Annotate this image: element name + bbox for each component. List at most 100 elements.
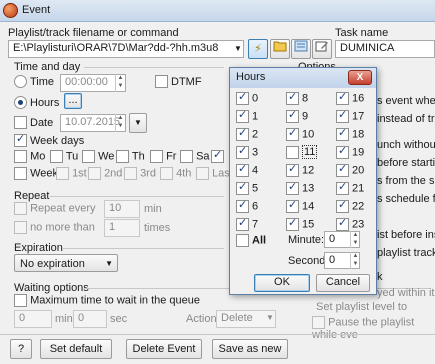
- repeat-every-input[interactable]: 10: [104, 200, 140, 218]
- hour-18[interactable]: 18: [336, 126, 364, 141]
- chevron-down-icon: ▼: [105, 259, 113, 268]
- week-2nd-label: 2nd: [104, 167, 123, 180]
- week-3rd[interactable]: 3rd: [124, 167, 156, 180]
- hour-11-box: [286, 146, 299, 159]
- weekdays-checkbox[interactable]: [14, 132, 27, 147]
- day-mo[interactable]: Mo: [14, 150, 45, 163]
- day-su[interactable]: [211, 148, 224, 163]
- hour-23[interactable]: 23: [336, 216, 364, 231]
- hours-browse-button[interactable]: ...: [64, 93, 82, 109]
- hours-radio[interactable]: [14, 96, 27, 109]
- hour-1[interactable]: 1: [236, 108, 258, 123]
- hour-20[interactable]: 20: [336, 162, 364, 177]
- week-2nd[interactable]: 2nd: [88, 167, 122, 180]
- hour-2[interactable]: 2: [236, 126, 258, 141]
- hour-5[interactable]: 5: [236, 180, 258, 195]
- expiration-select[interactable]: No expiration ▼: [14, 254, 118, 272]
- hour-12[interactable]: 12: [286, 162, 314, 177]
- pause-checkbox[interactable]: Pause the playlist while eve: [312, 316, 435, 341]
- hour-19-box: [336, 144, 349, 159]
- hour-10-box: [286, 126, 299, 141]
- repeat-every-checkbox[interactable]: Repeat every: [14, 202, 96, 215]
- day-tu[interactable]: Tu: [50, 150, 78, 163]
- max-wait-checkbox[interactable]: Maximum time to wait in the queue: [14, 294, 200, 307]
- week-2nd-box: [88, 167, 101, 180]
- lightning-icon[interactable]: ⚡: [248, 39, 268, 59]
- title-bar[interactable]: [0, 0, 435, 22]
- option-3[interactable]: unch without: [377, 139, 435, 151]
- hour-21[interactable]: 21: [336, 180, 364, 195]
- week-1st[interactable]: 1st: [56, 167, 87, 180]
- chevron-down-icon[interactable]: ▼: [234, 44, 242, 53]
- hour-13[interactable]: 13: [286, 180, 314, 195]
- dtmf-checkbox[interactable]: [155, 75, 168, 88]
- hour-14-box: [286, 198, 299, 213]
- ok-button[interactable]: OK: [254, 274, 310, 292]
- playlist-combo[interactable]: E:\Playlisturi\ORAR\7D\Mar?dd-?hh.m3u8: [8, 40, 244, 58]
- day-th[interactable]: Th: [116, 150, 145, 163]
- day-sa-label: Sa: [196, 150, 210, 163]
- day-we[interactable]: We: [82, 150, 114, 163]
- hour-0[interactable]: 0: [236, 90, 258, 105]
- option-10[interactable]: yed within its: [377, 287, 435, 299]
- hour-6[interactable]: 6: [236, 198, 258, 213]
- option-2[interactable]: instead of trac: [377, 113, 435, 125]
- hour-16[interactable]: 16: [336, 90, 364, 105]
- hour-22[interactable]: 22: [336, 198, 364, 213]
- folder-glyph: [273, 41, 287, 52]
- hour-10[interactable]: 10: [286, 126, 314, 141]
- day-sa[interactable]: Sa: [180, 150, 210, 163]
- task-name-input[interactable]: DUMINICA: [335, 40, 435, 58]
- repeat-every-label: Repeat every: [30, 202, 96, 215]
- hour-4[interactable]: 4: [236, 162, 258, 177]
- option-6[interactable]: s schedule fro: [377, 193, 435, 205]
- hour-15[interactable]: 15: [286, 216, 314, 231]
- hour-8[interactable]: 8: [286, 90, 308, 105]
- edit-icon[interactable]: [312, 39, 332, 59]
- folder-icon[interactable]: [270, 39, 290, 59]
- day-fr[interactable]: Fr: [150, 150, 176, 163]
- date-spinner[interactable]: ▲ ▼: [115, 114, 125, 132]
- second-spinner[interactable]: ▲ ▼: [350, 252, 360, 269]
- hour-17[interactable]: 17: [336, 108, 364, 123]
- hours-dialog-title: Hours: [236, 71, 266, 83]
- hour-7[interactable]: 7: [236, 216, 258, 231]
- hour-11[interactable]: 11: [286, 145, 318, 160]
- day-sa-box: [180, 150, 193, 163]
- time-radio[interactable]: [14, 75, 27, 88]
- save-as-new-button[interactable]: Save as new: [212, 339, 288, 359]
- week-4th[interactable]: 4th: [160, 167, 191, 180]
- wait-min-input[interactable]: 0: [14, 310, 52, 328]
- hour-3[interactable]: 3: [236, 144, 258, 159]
- hour-21-box: [336, 180, 349, 195]
- date-picker-dropdown[interactable]: ▼: [129, 113, 147, 133]
- delete-event-button[interactable]: Delete Event: [126, 339, 202, 359]
- week-last[interactable]: Last: [196, 167, 233, 180]
- hour-11-label: 11: [302, 145, 318, 160]
- hour-12-box: [286, 162, 299, 177]
- cancel-button[interactable]: Cancel: [316, 274, 370, 292]
- option-7[interactable]: ist before inse: [377, 229, 435, 241]
- set-default-button[interactable]: Set default: [40, 339, 112, 359]
- option-5[interactable]: s from the sche: [377, 175, 435, 187]
- option-4[interactable]: before starting: [377, 157, 435, 169]
- wait-sec-input[interactable]: 0: [73, 310, 107, 328]
- time-spinner[interactable]: ▲ ▼: [115, 74, 125, 92]
- close-icon[interactable]: X: [348, 70, 372, 85]
- hours-dialog-titlebar[interactable]: Hours X: [230, 68, 376, 88]
- minute-spinner[interactable]: ▲ ▼: [350, 231, 360, 248]
- hour-19[interactable]: 19: [336, 144, 364, 159]
- hour-14[interactable]: 14: [286, 198, 314, 213]
- second-label: Second:: [288, 255, 329, 267]
- no-more-than-checkbox[interactable]: no more than: [14, 221, 95, 234]
- option-1[interactable]: s event when: [377, 95, 435, 107]
- hour-9[interactable]: 9: [286, 108, 308, 123]
- all-hours-checkbox[interactable]: All: [236, 234, 266, 247]
- option-9[interactable]: k: [377, 271, 383, 283]
- option-8[interactable]: playlist tracks: [377, 247, 435, 259]
- date-checkbox[interactable]: [14, 116, 27, 129]
- playlist-icon[interactable]: [291, 39, 311, 59]
- no-more-than-input[interactable]: 1: [104, 219, 140, 237]
- help-button[interactable]: ?: [10, 339, 32, 359]
- times-label: times: [144, 222, 171, 234]
